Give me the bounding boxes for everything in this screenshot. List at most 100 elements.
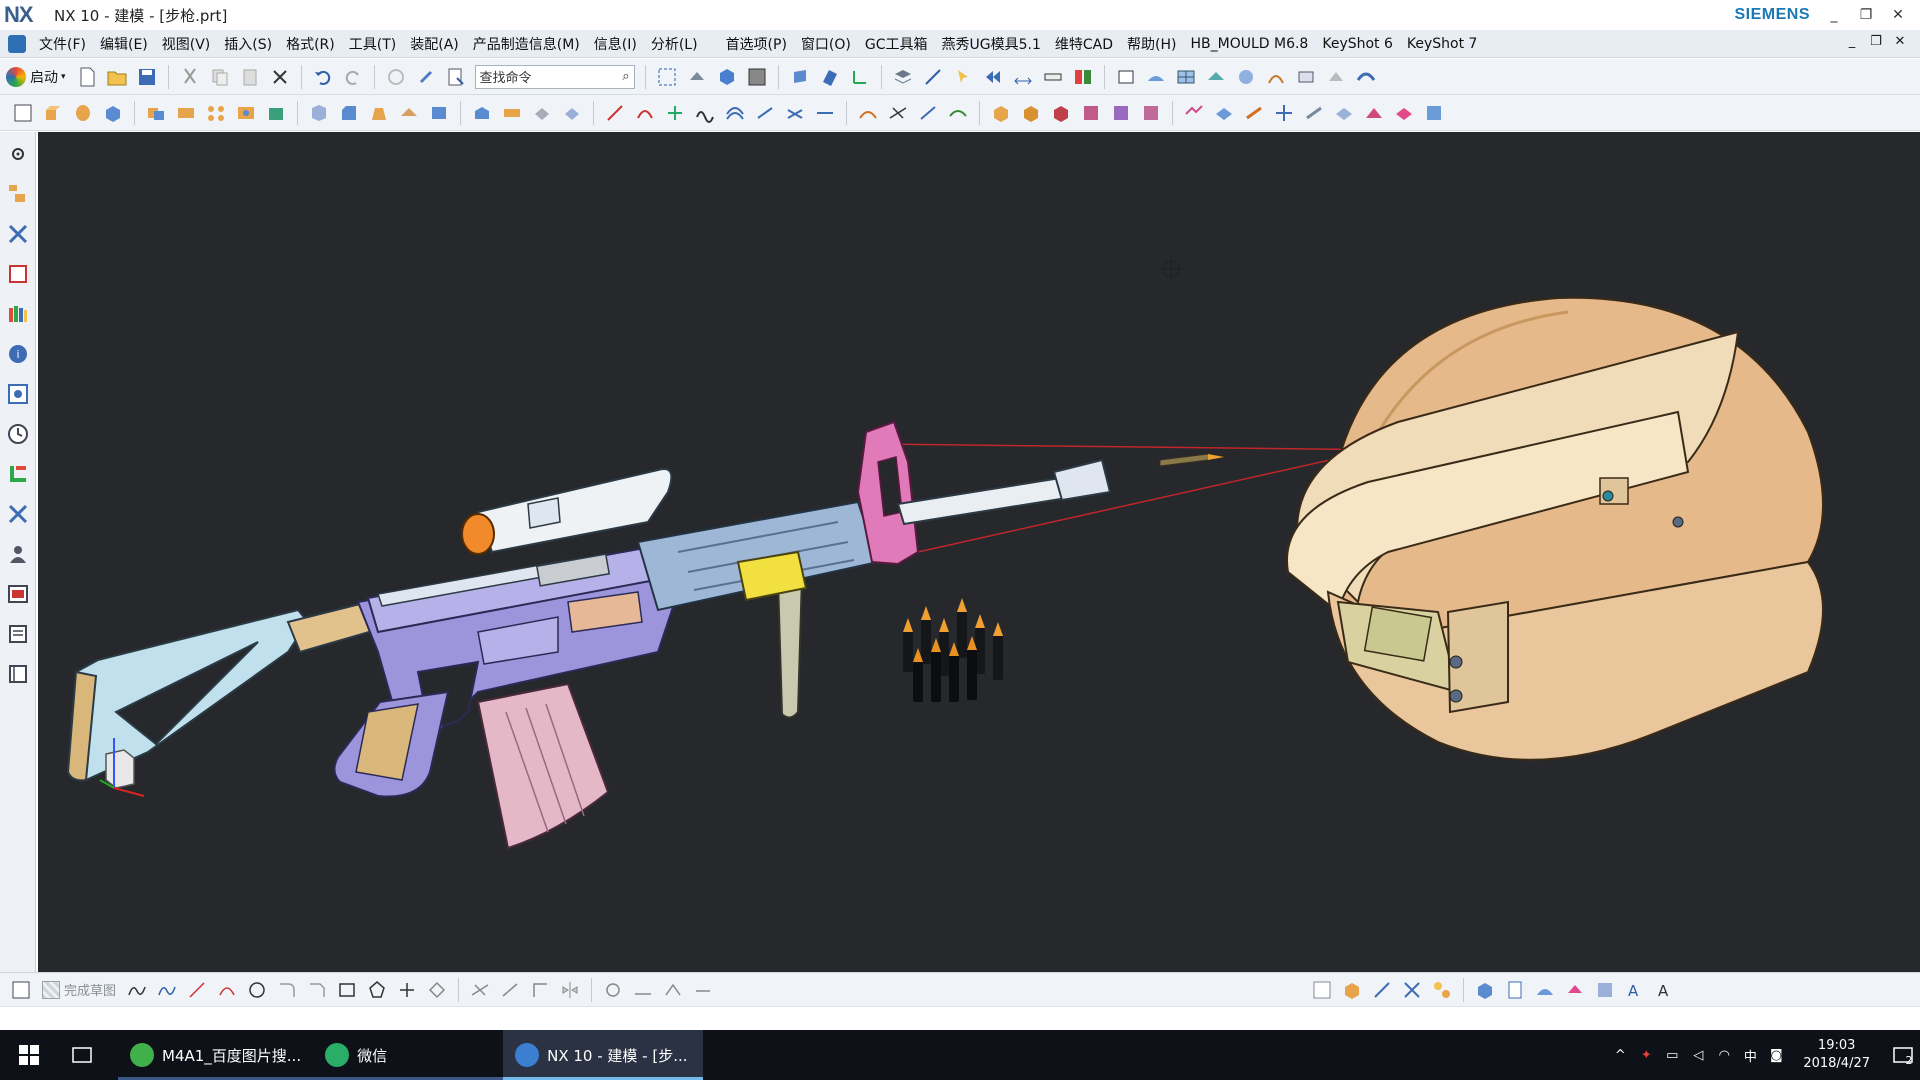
- part-navigator-icon[interactable]: [6, 262, 30, 286]
- rifle-stock[interactable]: [66, 608, 310, 782]
- command-search-input[interactable]: 查找命令 ⌕: [474, 64, 635, 89]
- taskbar-item-wechat[interactable]: 微信: [313, 1030, 504, 1080]
- settings-gear-icon[interactable]: [6, 142, 30, 166]
- chamfer-sketch-icon[interactable]: [304, 977, 330, 1003]
- hole-icon[interactable]: [233, 100, 259, 126]
- rifle-model[interactable]: [66, 420, 1112, 850]
- point-icon[interactable]: [662, 100, 688, 126]
- cooling-icon[interactable]: [1138, 100, 1164, 126]
- measure-distance-icon[interactable]: [1040, 64, 1066, 90]
- exploded-view-icon[interactable]: [1429, 977, 1455, 1003]
- divide-curve-icon[interactable]: [812, 100, 838, 126]
- task-view-button[interactable]: [58, 1030, 106, 1080]
- orient-view-icon[interactable]: [787, 64, 813, 90]
- make-corner-icon[interactable]: [527, 977, 553, 1003]
- cut-icon[interactable]: [177, 64, 203, 90]
- fillet-icon[interactable]: [274, 977, 300, 1003]
- magazine[interactable]: [476, 682, 610, 850]
- menu-preferences[interactable]: 首选项(P): [719, 34, 794, 54]
- reuse-library-icon[interactable]: [6, 302, 30, 326]
- vertical-grip[interactable]: [776, 574, 804, 719]
- offset-surface-icon[interactable]: [1323, 64, 1349, 90]
- menu-view[interactable]: 视图(V): [155, 34, 218, 54]
- background-icon[interactable]: [744, 64, 770, 90]
- assembly-navigator-icon[interactable]: [6, 182, 30, 206]
- volume-icon[interactable]: ◁: [1685, 1048, 1711, 1063]
- geometric-constraints-icon[interactable]: [600, 977, 626, 1003]
- menu-edit[interactable]: 编辑(E): [93, 34, 155, 54]
- quick-trim-icon[interactable]: [467, 977, 493, 1003]
- copy-icon[interactable]: [207, 64, 233, 90]
- helmet-model[interactable]: [1286, 296, 1824, 761]
- sequence-icon[interactable]: [1472, 977, 1498, 1003]
- sketch-task-icon[interactable]: [8, 977, 34, 1003]
- curve-length-icon[interactable]: [945, 100, 971, 126]
- fit-view-icon[interactable]: [654, 64, 680, 90]
- section-view-icon[interactable]: [1592, 977, 1618, 1003]
- minimize-button[interactable]: _: [1818, 2, 1850, 28]
- menu-file[interactable]: 文件(F): [32, 34, 93, 54]
- ime-indicator[interactable]: 中: [1737, 1046, 1763, 1065]
- assembly-constraints-icon[interactable]: [1399, 977, 1425, 1003]
- history-icon[interactable]: [6, 422, 30, 446]
- mold-base-icon[interactable]: [1078, 100, 1104, 126]
- battery-icon[interactable]: ▭: [1659, 1048, 1685, 1063]
- doc-close-button[interactable]: ✕: [1888, 34, 1912, 49]
- menu-yanxiu[interactable]: 燕秀UG模具5.1: [935, 34, 1048, 54]
- restore-button[interactable]: ❐: [1850, 2, 1882, 28]
- spline-icon[interactable]: [692, 100, 718, 126]
- bridge-surface-icon[interactable]: [1353, 64, 1379, 90]
- paste-icon[interactable]: [237, 64, 263, 90]
- sketch-point-icon[interactable]: [394, 977, 420, 1003]
- palette-icon[interactable]: [6, 662, 30, 686]
- revolve-icon[interactable]: [70, 100, 96, 126]
- slider-icon[interactable]: [1241, 100, 1267, 126]
- redo-icon[interactable]: [340, 64, 366, 90]
- studio-surface-icon[interactable]: [1233, 64, 1259, 90]
- swept-icon[interactable]: [1293, 64, 1319, 90]
- show-hide-icon[interactable]: [980, 64, 1006, 90]
- auto-constrain-icon[interactable]: [690, 977, 716, 1003]
- menu-analysis[interactable]: 分析(L): [644, 34, 705, 54]
- mold-wizard-icon[interactable]: [988, 100, 1014, 126]
- project-curve-icon[interactable]: [752, 100, 778, 126]
- show-hidden-icons-icon[interactable]: ^: [1607, 1048, 1633, 1063]
- sketch-arc-icon[interactable]: [214, 977, 240, 1003]
- line-icon[interactable]: [602, 100, 628, 126]
- delete-icon[interactable]: [267, 64, 293, 90]
- offset-curve-icon[interactable]: [722, 100, 748, 126]
- edge-blend-icon[interactable]: [306, 100, 332, 126]
- web-browser-icon[interactable]: [6, 382, 30, 406]
- wifi-icon[interactable]: ◠: [1711, 1048, 1737, 1063]
- flying-bullet[interactable]: [1159, 453, 1225, 467]
- windows-start-button[interactable]: [0, 1030, 58, 1080]
- flash-hider[interactable]: [1052, 458, 1112, 502]
- draft-icon[interactable]: [366, 100, 392, 126]
- tray-app-icon[interactable]: ✦: [1633, 1048, 1659, 1063]
- quick-extend-icon[interactable]: [497, 977, 523, 1003]
- wave-geometry-icon[interactable]: [1181, 100, 1207, 126]
- wave-link-icon[interactable]: [1502, 977, 1528, 1003]
- profile-icon[interactable]: [124, 977, 150, 1003]
- open-folder-icon[interactable]: [104, 64, 130, 90]
- menu-help[interactable]: 帮助(H): [1120, 34, 1183, 54]
- assembly-drawing-icon[interactable]: [1421, 100, 1447, 126]
- view-sketch-icon[interactable]: [1309, 977, 1335, 1003]
- extrude-icon[interactable]: [40, 100, 66, 126]
- trim-body-icon[interactable]: [396, 100, 422, 126]
- ammo-cartridges[interactable]: [903, 598, 1003, 702]
- snap-point-icon[interactable]: [920, 64, 946, 90]
- taskbar-item-browser[interactable]: M4A1_百度图片搜...: [118, 1030, 314, 1080]
- core-cavity-icon[interactable]: [1048, 100, 1074, 126]
- shaded-cube-icon[interactable]: [714, 64, 740, 90]
- graphics-window[interactable]: [38, 132, 1920, 972]
- add-component-icon[interactable]: [1339, 977, 1365, 1003]
- close-button[interactable]: ✕: [1882, 2, 1914, 28]
- wcs-icon[interactable]: [847, 64, 873, 90]
- subtract-icon[interactable]: [173, 100, 199, 126]
- menu-keyshot6[interactable]: KeyShot 6: [1315, 36, 1400, 52]
- text-style-icon[interactable]: A: [1652, 977, 1678, 1003]
- menu-weite-cad[interactable]: 维特CAD: [1048, 34, 1120, 54]
- sketch-icon[interactable]: [10, 100, 36, 126]
- move-component-icon[interactable]: [1369, 977, 1395, 1003]
